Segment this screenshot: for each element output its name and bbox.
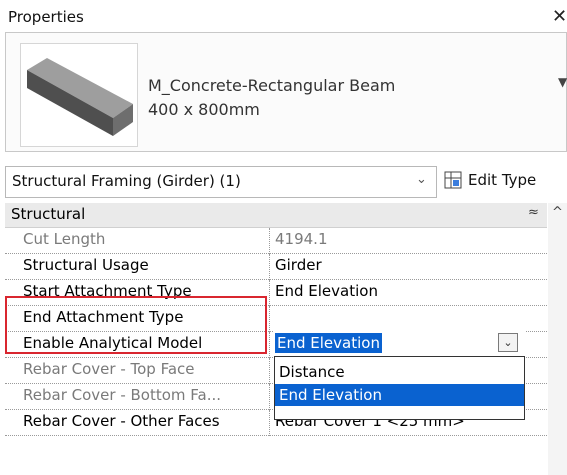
type-selector[interactable]: M_Concrete-Rectangular Beam 400 x 800mm … [5, 32, 567, 152]
dropdown-list: Distance End Elevation [274, 356, 525, 420]
property-name: Cut Length [23, 230, 106, 248]
chevron-down-icon[interactable]: ⌄ [498, 333, 518, 352]
group-label: Structural [11, 205, 86, 223]
type-size: 400 x 800mm [148, 100, 260, 119]
type-name: M_Concrete-Rectangular Beam [148, 76, 396, 95]
end-attachment-type-combobox[interactable]: End Elevation ⌄ [274, 331, 525, 355]
category-selector[interactable]: Structural Framing (Girder) (1) ⌄ [5, 166, 437, 198]
property-value[interactable]: End Elevation [275, 282, 535, 300]
dropdown-option-end-elevation[interactable]: End Elevation [275, 384, 524, 406]
property-value[interactable]: Girder [275, 256, 535, 274]
dropdown-option-distance[interactable]: Distance [275, 361, 524, 383]
scrollbar[interactable]: ^ [548, 203, 567, 475]
beam-thumbnail [20, 43, 138, 147]
type-dropdown-icon[interactable]: ▼ [558, 75, 567, 89]
close-icon[interactable]: ✕ [552, 6, 567, 27]
property-name: Rebar Cover - Other Faces [23, 412, 220, 430]
chevron-down-icon[interactable]: ⌄ [416, 172, 427, 187]
property-value: 4194.1 [275, 230, 328, 248]
group-header-structural[interactable]: Structural ≈ [5, 203, 547, 228]
collapse-icon[interactable]: ≈ [528, 205, 539, 220]
property-row[interactable]: Structural Usage Girder [5, 254, 547, 280]
edit-type-icon [444, 171, 462, 189]
combobox-value: End Elevation [275, 333, 382, 353]
property-name: Rebar Cover - Top Face [23, 360, 195, 378]
property-name: Structural Usage [23, 256, 149, 274]
scroll-up-icon[interactable]: ^ [552, 205, 563, 220]
edit-type-label: Edit Type [468, 171, 537, 189]
property-name: Rebar Cover - Bottom Fa... [23, 386, 222, 404]
highlight-box [5, 296, 267, 354]
category-label: Structural Framing (Girder) (1) [12, 172, 241, 190]
panel-title: Properties [8, 8, 84, 26]
property-row[interactable]: Cut Length 4194.1 [5, 228, 547, 254]
